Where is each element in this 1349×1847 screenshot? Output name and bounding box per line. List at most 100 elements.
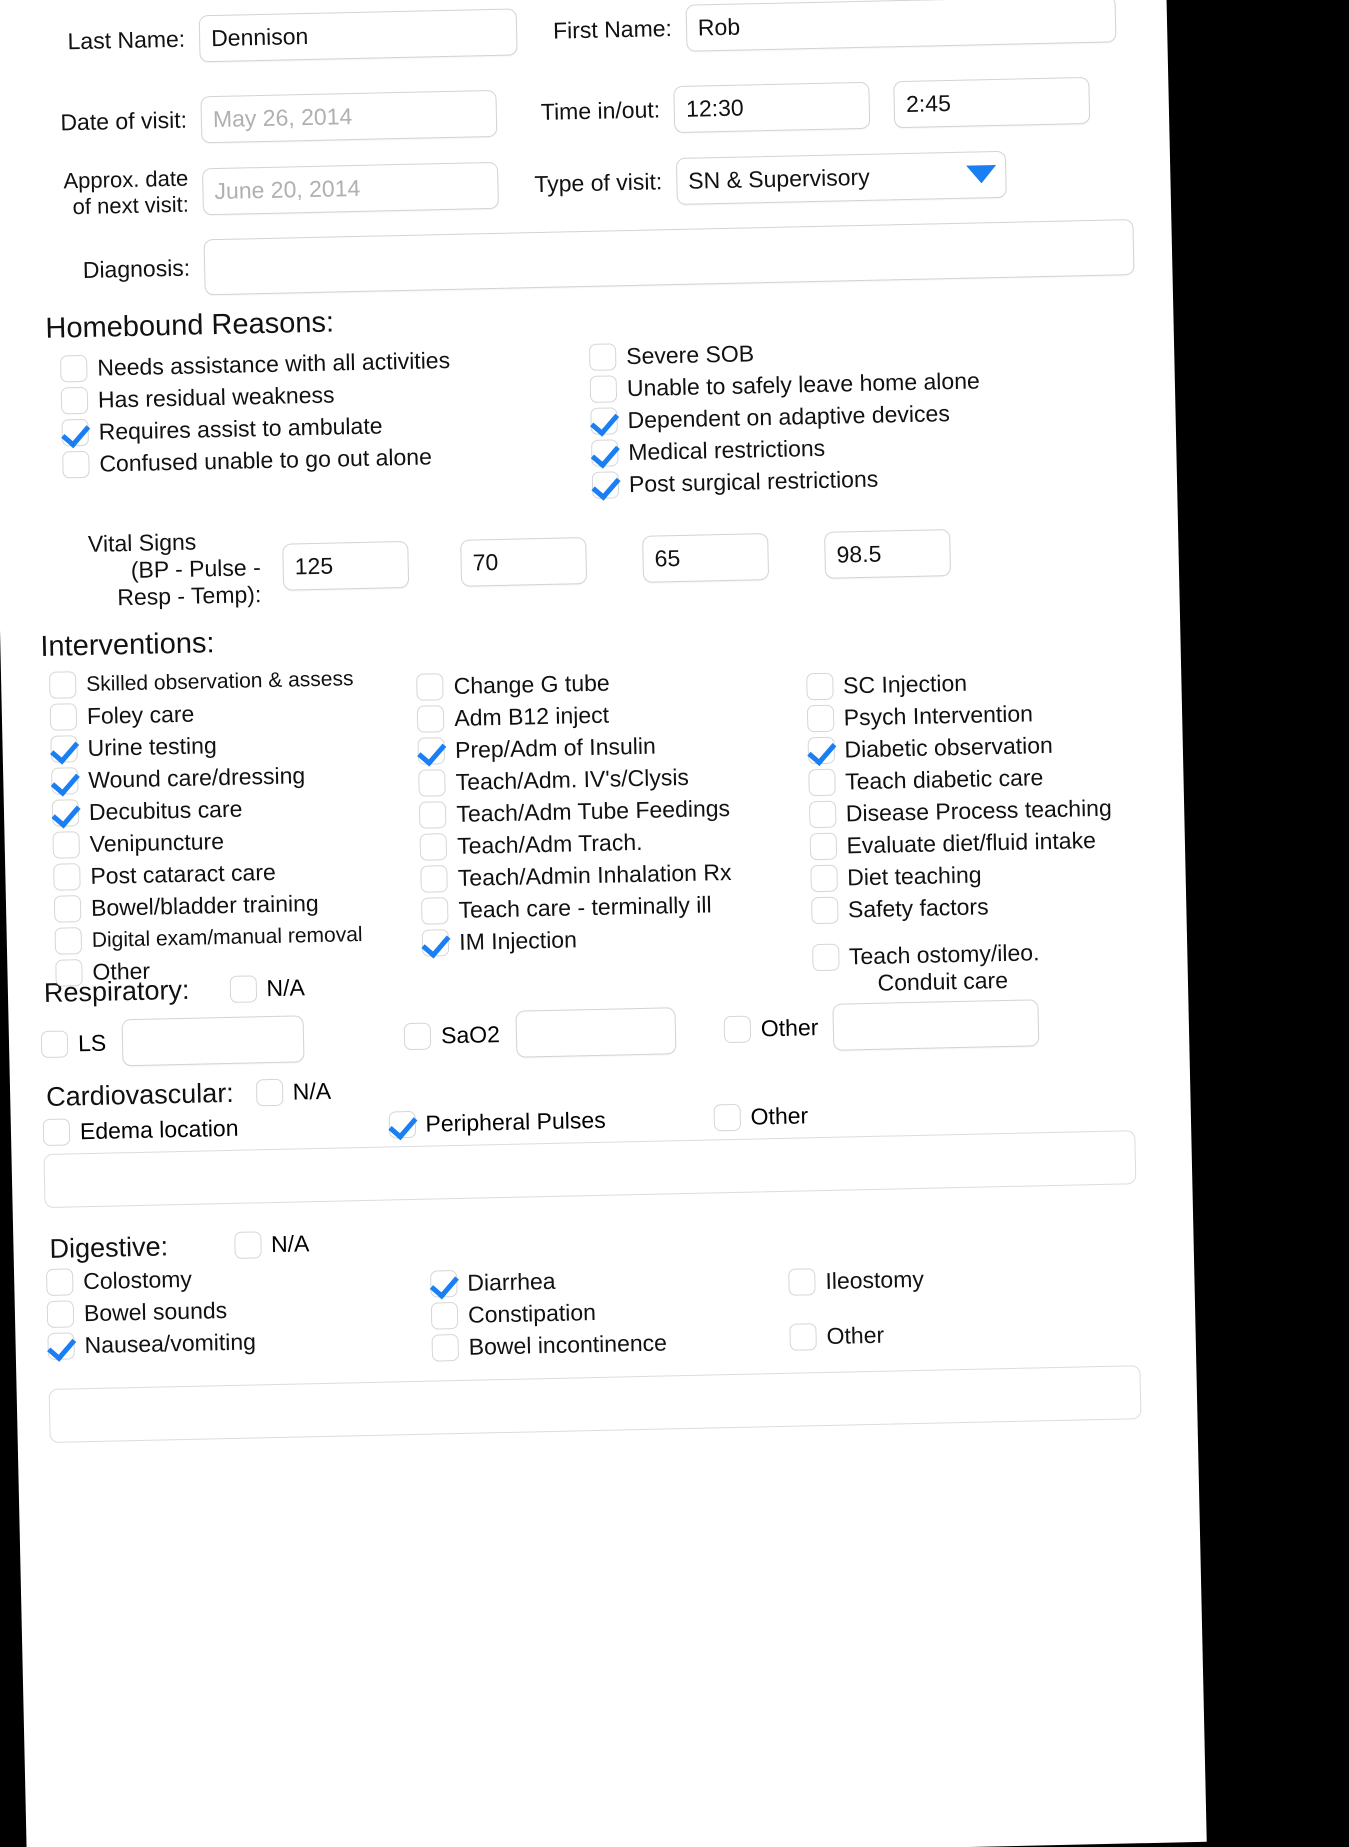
checkbox-checked-icon[interactable] [591,439,619,467]
checkbox-icon[interactable] [810,896,839,925]
intervention-item[interactable]: Teach diabetic care [807,762,1158,797]
cardiovascular-na-checkbox[interactable] [255,1078,284,1107]
intervention-item[interactable]: Disease Process teaching [808,794,1159,829]
digestive-item[interactable]: Diarrhea [430,1263,771,1298]
intervention-item[interactable]: Diabetic observation [807,730,1157,765]
intervention-item[interactable]: Venipuncture [52,824,420,859]
intervention-item[interactable]: Foley care [49,696,418,731]
respiratory-na-checkbox[interactable] [229,975,257,1003]
type-of-visit-select[interactable]: SN & Supervisory [675,150,1007,205]
intervention-item[interactable]: Adm B12 inject [417,698,787,733]
vital-resp-input[interactable]: 65 [642,533,770,583]
digestive-item[interactable]: Nausea/vomiting [47,1325,431,1360]
checkbox-icon[interactable] [588,343,617,371]
cardiovascular-edema-checkbox[interactable] [42,1118,71,1147]
respiratory-other-input[interactable] [831,999,1039,1051]
intervention-item[interactable]: Teach/Adm. IV's/Clysis [418,762,788,797]
homebound-item[interactable]: Post surgical restrictions [591,460,1151,499]
intervention-item[interactable]: Diet teaching [809,858,1160,893]
respiratory-ls-input[interactable] [121,1015,305,1067]
checkbox-icon[interactable] [806,704,835,733]
intervention-item[interactable]: Digital exam/manual removal [54,920,423,955]
intervention-item[interactable]: Change G tube [416,666,786,701]
intervention-item[interactable]: Urine testing [50,728,418,763]
cardiovascular-pulses-checkbox[interactable] [388,1110,416,1139]
date-of-visit-input[interactable]: May 26, 2014 [200,89,498,144]
vital-bp-diastolic-input[interactable]: 70 [460,537,588,587]
checkbox-icon[interactable] [808,800,837,829]
digestive-item[interactable]: Constipation [430,1295,772,1330]
checkbox-icon[interactable] [809,832,837,861]
next-visit-input[interactable]: June 20, 2014 [201,161,499,215]
intervention-item[interactable]: Teach/Adm Trach. [419,826,790,861]
checkbox-icon[interactable] [789,1323,817,1351]
checkbox-icon[interactable] [48,671,77,699]
checkbox-icon[interactable] [419,833,448,861]
intervention-item-ostomy[interactable]: Teach ostomy/ileo. Conduit care [811,937,1162,999]
checkbox-icon[interactable] [421,897,449,925]
checkbox-icon[interactable] [54,927,83,955]
checkbox-checked-icon[interactable] [590,407,618,435]
intervention-item[interactable]: Evaluate diet/fluid intake [809,826,1159,861]
checkbox-icon[interactable] [589,375,618,403]
vital-temp-input[interactable]: 98.5 [824,529,952,579]
intervention-item[interactable]: Post cataract care [53,856,421,891]
checkbox-checked-icon[interactable] [430,1270,458,1298]
intervention-item[interactable]: Teach/Adm Tube Feedings [419,794,789,829]
digestive-item[interactable]: Other [789,1317,1112,1351]
intervention-item[interactable]: Wound care/dressing [51,760,419,795]
checkbox-icon[interactable] [53,863,81,891]
intervention-item[interactable]: IM Injection [421,922,792,957]
checkbox-icon[interactable] [807,768,836,797]
intervention-item[interactable]: Safety factors [810,890,1161,925]
diagnosis-input[interactable] [203,219,1135,296]
respiratory-ls-checkbox[interactable] [40,1030,69,1059]
intervention-item[interactable]: Teach/Admin Inhalation Rx [420,858,791,893]
intervention-item[interactable]: Bowel/bladder training [53,888,422,923]
checkbox-icon[interactable] [430,1302,459,1330]
checkbox-icon[interactable] [46,1300,75,1328]
checkbox-checked-icon[interactable] [47,1332,75,1360]
checkbox-icon[interactable] [431,1334,460,1362]
checkbox-checked-icon[interactable] [421,929,450,957]
checkbox-icon[interactable] [49,703,78,731]
last-name-input[interactable]: Dennison [198,8,518,63]
checkbox-checked-icon[interactable] [807,736,835,765]
time-out-input[interactable]: 2:45 [893,76,1091,129]
checkbox-icon[interactable] [419,801,447,829]
intervention-item[interactable]: Psych Intervention [806,698,1156,733]
checkbox-icon[interactable] [809,864,838,893]
intervention-item[interactable]: Prep/Adm of Insulin [417,730,788,765]
intervention-item[interactable]: Decubitus care [51,792,420,827]
checkbox-icon[interactable] [62,450,90,479]
checkbox-checked-icon[interactable] [51,799,80,827]
checkbox-icon[interactable] [45,1268,74,1296]
first-name-input[interactable]: Rob [685,0,1117,52]
homebound-item[interactable]: Confused unable to go out alone [62,440,591,479]
cardiovascular-other-checkbox[interactable] [713,1103,741,1132]
intervention-item[interactable]: SC Injection [805,666,1156,701]
checkbox-icon[interactable] [788,1268,816,1296]
respiratory-sao2-input[interactable] [515,1007,677,1058]
checkbox-icon[interactable] [55,959,83,987]
checkbox-icon[interactable] [811,943,840,972]
checkbox-icon[interactable] [52,831,81,859]
checkbox-icon[interactable] [418,769,447,797]
chevron-down-icon[interactable] [965,165,997,184]
intervention-item[interactable]: Skilled observation & assess [48,664,417,699]
checkbox-icon[interactable] [805,672,834,701]
checkbox-checked-icon[interactable] [591,471,620,499]
checkbox-icon[interactable] [420,865,449,893]
digestive-item[interactable]: Bowel incontinence [431,1327,772,1362]
checkbox-icon[interactable] [60,386,89,415]
digestive-na-checkbox[interactable] [233,1231,262,1259]
checkbox-icon[interactable] [53,895,82,923]
digestive-notes-input[interactable] [48,1365,1142,1443]
respiratory-sao2-checkbox[interactable] [403,1022,432,1051]
checkbox-icon[interactable] [416,673,444,701]
checkbox-icon[interactable] [60,354,88,383]
digestive-item[interactable]: Ileostomy [788,1262,1111,1296]
respiratory-other-checkbox[interactable] [723,1015,752,1044]
checkbox-checked-icon[interactable] [51,767,79,795]
checkbox-icon[interactable] [417,705,445,733]
